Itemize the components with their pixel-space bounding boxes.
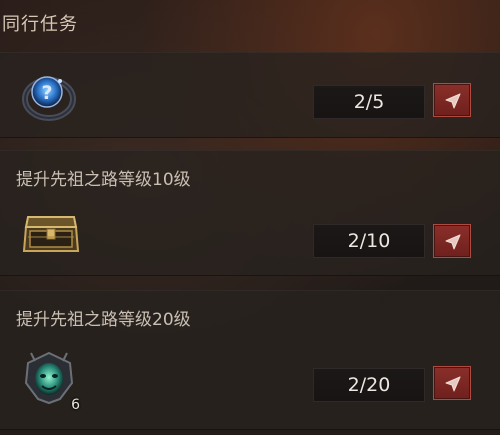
progress-value: 2/20 (313, 368, 425, 402)
go-button[interactable] (433, 83, 471, 117)
panel-title: 同行任务 (2, 14, 78, 35)
svg-text:?: ? (41, 82, 52, 104)
task-row-3: 提升先祖之路等级20级 6 2/20 (0, 290, 500, 430)
navigate-arrow-icon (445, 93, 461, 109)
task-row-1: ? 2/5 (0, 52, 500, 138)
go-button[interactable] (433, 224, 471, 258)
item-count: 6 (71, 397, 80, 413)
navigate-arrow-icon (445, 376, 461, 392)
demon-sigil-icon[interactable]: 6 (20, 349, 80, 413)
task-label: 提升先祖之路等级20级 (16, 310, 191, 330)
ring-question-icon[interactable]: ? (20, 66, 78, 124)
go-button[interactable] (433, 366, 471, 400)
progress-value: 2/10 (313, 224, 425, 258)
task-row-2: 提升先祖之路等级10级 2/10 (0, 150, 500, 276)
task-label: 提升先祖之路等级10级 (16, 170, 191, 190)
progress-value: 2/5 (313, 85, 425, 119)
navigate-arrow-icon (445, 234, 461, 250)
treasure-chest-icon[interactable] (20, 205, 80, 263)
